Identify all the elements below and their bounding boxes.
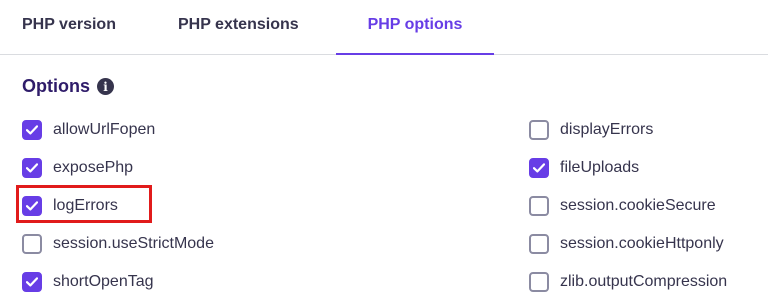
- option-zlib-outputcompression[interactable]: zlib.outputCompression: [529, 270, 727, 294]
- option-session-cookiehttponly[interactable]: session.cookieHttponly: [529, 232, 724, 256]
- check-icon: [26, 163, 38, 173]
- option-label: session.cookieSecure: [560, 197, 716, 214]
- active-tab-indicator: [336, 53, 494, 55]
- checkbox[interactable]: [529, 272, 549, 292]
- tab-php-extensions[interactable]: PHP extensions: [178, 0, 299, 54]
- option-label: shortOpenTag: [53, 273, 154, 290]
- option-label: session.cookieHttponly: [560, 235, 724, 252]
- options-section-title: Options i: [22, 76, 114, 97]
- option-fileuploads[interactable]: fileUploads: [529, 156, 639, 180]
- check-icon: [26, 201, 38, 211]
- option-label: session.useStrictMode: [53, 235, 214, 252]
- option-label: allowUrlFopen: [53, 121, 156, 138]
- checkbox[interactable]: [22, 158, 42, 178]
- check-icon: [26, 125, 38, 135]
- option-label: fileUploads: [560, 159, 640, 176]
- checkbox[interactable]: [22, 234, 42, 254]
- option-session-cookiesecure[interactable]: session.cookieSecure: [529, 194, 716, 218]
- checkbox[interactable]: [529, 196, 549, 216]
- check-icon: [533, 163, 545, 173]
- tab-php-options[interactable]: PHP options: [336, 0, 494, 55]
- checkbox[interactable]: [22, 272, 42, 292]
- option-displayerrors[interactable]: displayErrors: [529, 118, 653, 142]
- option-label: zlib.outputCompression: [560, 273, 728, 290]
- info-icon[interactable]: i: [97, 78, 114, 95]
- check-icon: [26, 277, 38, 287]
- option-label: displayErrors: [560, 121, 654, 138]
- tab-php-version[interactable]: PHP version: [22, 0, 116, 54]
- option-shortopentag[interactable]: shortOpenTag: [22, 270, 154, 294]
- option-label: exposePhp: [53, 159, 134, 176]
- tab-bar: PHP version PHP extensions PHP options: [0, 0, 768, 55]
- option-session-usestrictmode[interactable]: session.useStrictMode: [22, 232, 214, 256]
- section-title-text: Options: [22, 76, 90, 96]
- option-allowurlfopen[interactable]: allowUrlFopen: [22, 118, 155, 142]
- option-exposephp[interactable]: exposePhp: [22, 156, 133, 180]
- checkbox[interactable]: [22, 120, 42, 140]
- checkbox[interactable]: [529, 120, 549, 140]
- option-logerrors[interactable]: logErrors: [22, 194, 118, 218]
- tab-php-options-label: PHP options: [367, 16, 463, 33]
- option-label: logErrors: [53, 197, 118, 214]
- checkbox[interactable]: [529, 158, 549, 178]
- checkbox[interactable]: [22, 196, 42, 216]
- checkbox[interactable]: [529, 234, 549, 254]
